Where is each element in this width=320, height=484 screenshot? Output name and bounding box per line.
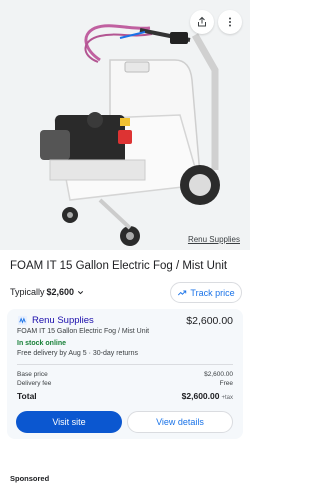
total-amount: $2,600.00 +tax xyxy=(182,391,233,401)
total-row: Total $2,600.00 +tax xyxy=(17,391,233,401)
divider xyxy=(17,364,233,365)
share-button[interactable] xyxy=(190,10,214,34)
product-image xyxy=(40,24,220,246)
delivery-fee-row: Delivery fee Free xyxy=(17,380,233,387)
trending-icon xyxy=(178,289,187,295)
offer-product-name: FOAM IT 15 Gallon Electric Fog / Mist Un… xyxy=(17,328,150,335)
image-source-link[interactable]: Renu Supplies xyxy=(188,235,240,244)
track-price-label: Track price xyxy=(190,287,235,298)
tax-label: +tax xyxy=(221,395,233,401)
base-price-value: $2,600.00 xyxy=(204,371,233,378)
sponsored-label: Sponsored xyxy=(10,474,50,483)
store-name: Renu Supplies xyxy=(32,315,94,326)
delivery-fee-value: Free xyxy=(219,380,233,387)
offer-card: Renu Supplies $2,600.00 FOAM IT 15 Gallo… xyxy=(7,309,243,439)
total-label: Total xyxy=(17,391,37,401)
stock-status: In stock online xyxy=(17,340,67,347)
store-logo-icon xyxy=(17,315,28,326)
typical-price-toggle[interactable]: Typically $2,600 xyxy=(10,287,85,297)
base-price-row: Base price $2,600.00 xyxy=(17,371,233,378)
chevron-down-icon xyxy=(77,290,84,294)
delivery-info: Free delivery by Aug 5 · 30-day returns xyxy=(17,350,139,357)
visit-site-button[interactable]: Visit site xyxy=(16,411,122,433)
more-options-button[interactable] xyxy=(218,10,242,34)
offer-price: $2,600.00 xyxy=(186,315,233,327)
product-image-area[interactable]: Renu Supplies xyxy=(0,0,250,250)
base-price-label: Base price xyxy=(17,371,48,378)
store-link[interactable]: Renu Supplies xyxy=(17,315,94,326)
typically-label: Typically xyxy=(10,287,45,297)
more-vert-icon xyxy=(229,17,231,27)
typical-price-value: $2,600 xyxy=(46,287,75,297)
delivery-fee-label: Delivery fee xyxy=(17,380,52,387)
track-price-button[interactable]: Track price xyxy=(170,282,242,303)
view-details-button[interactable]: View details xyxy=(127,411,233,433)
total-value: $2,600.00 xyxy=(181,391,220,401)
share-icon xyxy=(198,16,206,27)
product-title: FOAM IT 15 Gallon Electric Fog / Mist Un… xyxy=(10,260,228,272)
